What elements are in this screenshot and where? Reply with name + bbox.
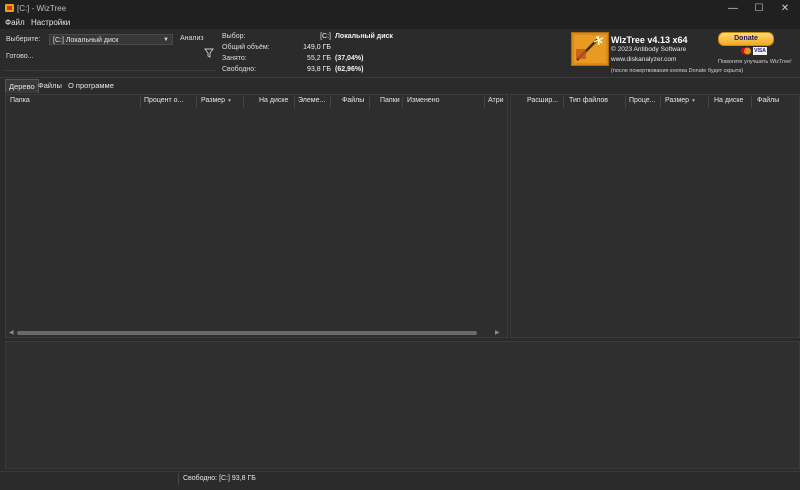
mastercard-icon [740,47,752,55]
progress-bar [5,62,216,71]
column-separator[interactable] [751,96,752,108]
column-size-label: Размер [201,97,226,104]
select-label: Выберите: [6,36,41,43]
status-separator [178,473,179,485]
column-separator[interactable] [140,96,141,108]
column-separator[interactable] [402,96,403,108]
used-label: Занято: [222,55,247,62]
wiztree-logo-icon [571,32,609,66]
sort-down-icon: ▼ [691,98,696,104]
scroll-right-icon[interactable]: ▶ [495,329,500,336]
free-percent: (62,96%) [335,66,364,73]
chevron-down-icon: ▼ [163,37,169,43]
close-button[interactable]: ✕ [772,0,798,17]
status-bar [0,471,800,490]
column-extension[interactable]: Расшир... [527,97,558,104]
column-separator[interactable] [196,96,197,108]
column-size-right[interactable]: Размер ▼ [665,97,696,104]
analyze-button[interactable]: Анализ [180,35,204,42]
selection-name: Локальный диск [335,33,393,40]
selection-label: Выбор: [222,33,246,40]
donate-note: (после пожертвования кнопка Donate будет… [611,68,744,74]
menu-settings[interactable]: Настройки [31,18,70,27]
column-files-right[interactable]: Файлы [757,97,779,104]
sort-down-icon: ▼ [227,98,232,104]
visa-icon: VISA [753,47,767,55]
used-percent: (37,04%) [335,55,364,62]
free-value: 93,8 ГБ [307,66,331,73]
column-folder[interactable]: Папка [10,97,30,104]
website-link[interactable]: www.diskanalyzer.com [611,56,676,63]
column-percent[interactable]: Процент о... [144,97,183,104]
scroll-left-icon[interactable]: ◀ [9,329,14,336]
title-bar [0,0,800,17]
column-separator[interactable] [294,96,295,108]
column-on-disk-right[interactable]: На диске [714,97,743,104]
column-items[interactable]: Элеме... [298,97,325,104]
status-free-space: Свободно: [C:] 93,8 ГБ [183,475,256,482]
tab-tree[interactable]: Дерево [5,79,39,93]
total-value: 149,0 ГБ [303,44,331,51]
drive-select[interactable]: [C:] Локальный диск ▼ [49,34,173,45]
maximize-button[interactable]: ☐ [746,0,772,17]
donate-button[interactable]: Donate [718,32,774,46]
column-on-disk[interactable]: На диске [259,97,288,104]
help-text: Помогите улучшить WizTree! [718,59,792,65]
menu-file[interactable]: Файл [5,18,25,27]
copyright-text: © 2023 Antibody Software [611,46,687,53]
file-types-view[interactable] [510,94,800,338]
tree-view[interactable] [5,94,508,338]
column-separator[interactable] [660,96,661,108]
column-modified[interactable]: Изменено [407,97,439,104]
column-separator[interactable] [243,96,244,108]
column-percent-right[interactable]: Проце... [629,97,655,104]
drive-select-value: [C:] Локальный диск [53,37,119,44]
column-separator[interactable] [708,96,709,108]
free-label: Свободно: [222,66,257,73]
column-separator[interactable] [563,96,564,108]
total-label: Общий объём: [222,44,270,51]
tab-files[interactable]: Файлы [35,79,65,92]
app-icon [5,4,14,12]
scrollbar-thumb[interactable] [17,331,477,335]
window-title: [C:] - WizTree [17,4,67,13]
column-folders[interactable]: Папки [380,97,400,104]
column-size-right-label: Размер [665,97,690,104]
minimize-button[interactable]: — [720,0,746,17]
column-separator[interactable] [369,96,370,108]
selection-drive: [C:] [320,33,331,40]
status-text: Готово... [6,53,34,60]
column-file-type[interactable]: Тип файлов [569,97,608,104]
filter-icon[interactable] [204,48,214,58]
column-separator[interactable] [484,96,485,108]
used-value: 55,2 ГБ [307,55,331,62]
tab-about[interactable]: О программе [65,79,117,92]
column-attributes[interactable]: Атри [488,97,504,104]
product-name: WizTree v4.13 x64 [611,35,688,45]
column-files[interactable]: Файлы [342,97,364,104]
tab-bar [0,78,800,92]
menu-bar [0,17,800,29]
column-separator[interactable] [625,96,626,108]
column-size[interactable]: Размер ▼ [201,97,232,104]
treemap-panel[interactable] [5,341,800,469]
column-separator[interactable] [330,96,331,108]
